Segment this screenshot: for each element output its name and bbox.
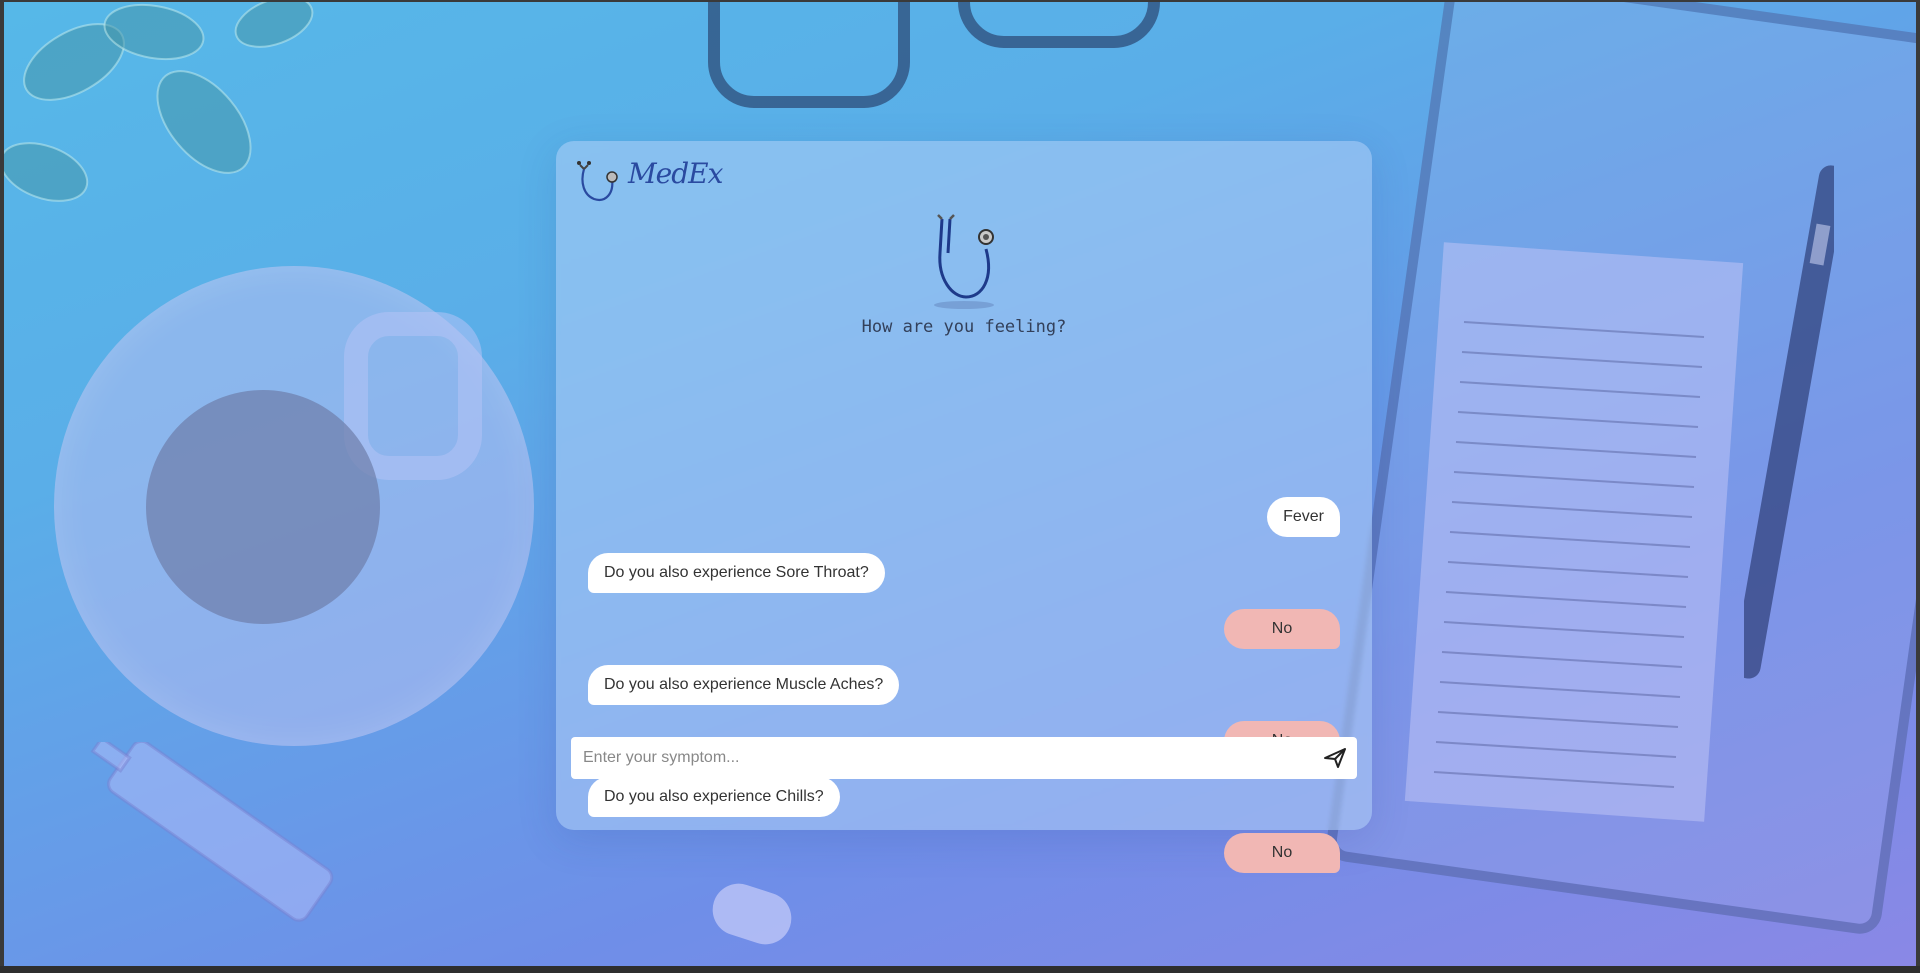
- user-reply-no: No: [1224, 609, 1340, 649]
- logo-text: MedEx: [628, 157, 723, 190]
- symptom-input[interactable]: [571, 737, 1301, 779]
- app-logo[interactable]: MedEx: [574, 155, 723, 215]
- plant-leaves-decoration: [4, 2, 314, 202]
- send-icon[interactable]: [1323, 746, 1347, 770]
- bot-message: Do you also experience Sore Throat?: [588, 553, 885, 593]
- stethoscope-logo-icon: [577, 161, 618, 201]
- clipboard-decoration: [1324, 2, 1916, 937]
- user-reply-no: No: [1224, 833, 1340, 873]
- pill-decoration: [705, 876, 799, 952]
- bot-message: Do you also experience Chills?: [588, 777, 840, 817]
- message-list: Fever Do you also experience Sore Throat…: [588, 357, 1340, 877]
- syringe-decoration: [90, 742, 334, 922]
- greeting-text: How are you feeling?: [861, 317, 1067, 337]
- chat-panel: MedEx How are you feeling? Fever Do you …: [556, 141, 1372, 873]
- page-background: MedEx How are you feeling? Fever Do you …: [4, 2, 1916, 966]
- bot-message: Do you also experience Muscle Aches?: [588, 665, 900, 705]
- window-bottom-bar: [0, 966, 1920, 973]
- symptom-input-bar: [571, 737, 1357, 779]
- stethoscope-icon: [934, 214, 994, 309]
- user-message: Fever: [1267, 497, 1340, 537]
- cup-handle-decoration: [344, 312, 482, 480]
- eyeglasses-decoration: [708, 2, 1160, 108]
- saucer-decoration: [54, 266, 534, 746]
- coffee-decoration: [146, 390, 380, 624]
- notepad-decoration: [1404, 242, 1744, 822]
- pen-decoration: [1744, 165, 1834, 679]
